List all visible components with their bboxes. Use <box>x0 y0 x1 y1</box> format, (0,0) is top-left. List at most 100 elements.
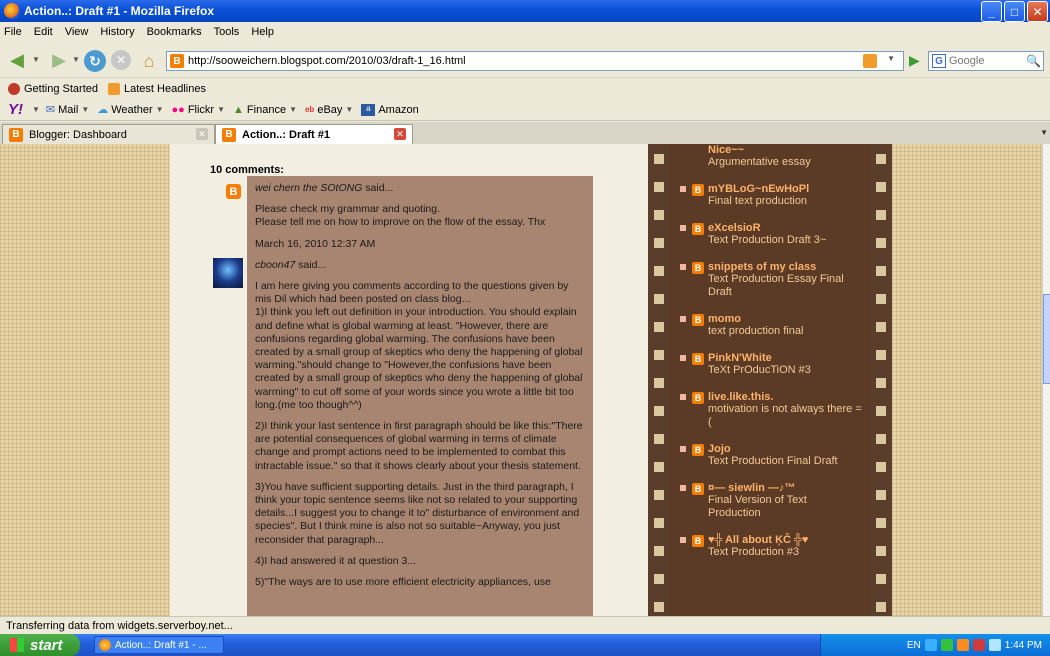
blog-post-title[interactable]: Argumentative essay <box>708 156 862 169</box>
menu-bookmarks[interactable]: Bookmarks <box>147 26 202 38</box>
vertical-scrollbar[interactable] <box>1042 144 1050 616</box>
weather-dropdown-icon[interactable]: ▼ <box>156 105 164 114</box>
blog-post-title[interactable]: TeXt PrOducTiON #3 <box>708 364 862 377</box>
tab-list-icon[interactable]: ▼ <box>1040 128 1048 137</box>
film-sprocket <box>876 434 886 444</box>
google-icon[interactable]: G <box>932 54 946 68</box>
blog-link[interactable]: live.like.this. <box>708 391 862 403</box>
back-history-dropdown-icon[interactable]: ▼ <box>32 55 40 64</box>
tray-alert-icon[interactable] <box>972 639 985 651</box>
tab-blogger-dashboard[interactable]: B Blogger: Dashboard ✕ <box>2 124 215 144</box>
film-sprocket <box>654 238 664 248</box>
blog-link[interactable]: Jojo <box>708 443 862 455</box>
tab-close-icon[interactable]: ✕ <box>394 128 406 140</box>
blog-link[interactable]: PinkN'White <box>708 352 862 364</box>
blog-link[interactable]: snippets of my class <box>708 261 862 273</box>
forward-history-dropdown-icon[interactable]: ▼ <box>72 55 80 64</box>
blog-post-title[interactable]: Text Production #3 <box>708 546 862 559</box>
yahoo-toolbar: Y! ▼ ✉ Mail ▼ ☁ Weather ▼ ●● Flickr ▼ ▲ … <box>0 99 1050 121</box>
taskbar-firefox-window[interactable]: Action..: Draft #1 - ... <box>94 636 224 654</box>
film-sprocket <box>654 266 664 276</box>
search-bar[interactable]: G 🔍 <box>928 51 1044 71</box>
avatar[interactable] <box>213 258 243 288</box>
network-icon[interactable] <box>924 639 937 651</box>
tray-app-icon[interactable] <box>956 639 969 651</box>
blog-link[interactable]: mYBLoG~nEwHoPl <box>708 183 862 195</box>
blog-post-title[interactable]: Text Production Draft 3~ <box>708 234 862 247</box>
film-sprocket <box>654 322 664 332</box>
blogger-icon: B <box>692 535 704 547</box>
menu-file[interactable]: File <box>4 26 22 38</box>
film-sprocket <box>876 266 886 276</box>
blog-list-item: B ¤— siewlin —♪™ Final Version of Text P… <box>680 482 862 520</box>
search-input[interactable] <box>949 55 1021 67</box>
film-sprocket <box>654 574 664 584</box>
blog-link[interactable]: ♥╬ All about ĶĈ ╬♥ <box>708 534 862 546</box>
flickr-dropdown-icon[interactable]: ▼ <box>217 105 225 114</box>
reload-button[interactable]: ↻ <box>84 50 106 72</box>
rss-feed-icon[interactable] <box>863 54 877 68</box>
scrollbar-thumb[interactable] <box>1043 294 1050 384</box>
mail-dropdown-icon[interactable]: ▼ <box>81 105 89 114</box>
menu-tools[interactable]: Tools <box>214 26 240 38</box>
comment-author[interactable]: cboon47 <box>255 259 295 271</box>
yahoo-logo-icon[interactable]: Y! <box>8 101 23 118</box>
comment-body: 3)You have sufficient supporting details… <box>255 480 580 546</box>
blog-link[interactable]: ¤— siewlin —♪™ <box>708 482 862 494</box>
yahoo-flickr-button[interactable]: ●● Flickr ▼ <box>172 104 226 116</box>
yahoo-weather-button[interactable]: ☁ Weather ▼ <box>97 103 164 117</box>
menu-help[interactable]: Help <box>251 26 274 38</box>
stop-button[interactable]: ✕ <box>111 50 131 70</box>
film-sprocket <box>876 462 886 472</box>
clock[interactable]: 1:44 PM <box>1005 640 1042 651</box>
blog-post-title[interactable]: text production final <box>708 325 862 338</box>
bookmark-latest-headlines[interactable]: Latest Headlines <box>108 83 206 95</box>
maximize-button[interactable]: □ <box>1004 1 1025 22</box>
yahoo-mail-button[interactable]: ✉ Mail ▼ <box>46 103 89 117</box>
yahoo-dropdown-icon[interactable]: ▼ <box>32 105 40 114</box>
yahoo-ebay-button[interactable]: eb eBay ▼ <box>305 104 353 116</box>
blogger-icon: B <box>692 392 704 404</box>
language-indicator[interactable]: EN <box>907 640 921 651</box>
menu-view[interactable]: View <box>65 26 89 38</box>
bullet-icon <box>680 186 686 192</box>
film-sprocket <box>654 154 664 164</box>
tab-close-icon[interactable]: ✕ <box>196 128 208 140</box>
blog-post-title[interactable]: motivation is not always there =( <box>708 403 862 429</box>
film-sprocket <box>876 154 886 164</box>
comment-timestamp[interactable]: March 16, 2010 12:37 AM <box>255 238 585 251</box>
menu-history[interactable]: History <box>100 26 134 38</box>
blog-link[interactable]: eXcelsioR <box>708 222 862 234</box>
finance-dropdown-icon[interactable]: ▼ <box>289 105 297 114</box>
blog-post-title[interactable]: Text Production Final Draft <box>708 455 862 468</box>
blog-link[interactable]: Nice~~ <box>708 144 862 156</box>
blog-post-title[interactable]: Final text production <box>708 195 862 208</box>
home-button[interactable]: ⌂ <box>138 50 160 72</box>
volume-icon[interactable] <box>988 639 1001 651</box>
comment-author[interactable]: wei chern the SOtONG <box>255 182 362 194</box>
ebay-dropdown-icon[interactable]: ▼ <box>345 105 353 114</box>
bookmark-getting-started[interactable]: Getting Started <box>8 83 98 95</box>
search-icon[interactable]: 🔍 <box>1026 54 1041 68</box>
yahoo-finance-button[interactable]: ▲ Finance ▼ <box>233 104 297 116</box>
minimize-button[interactable]: _ <box>981 1 1002 22</box>
go-button[interactable]: ▶ <box>909 52 920 69</box>
yahoo-amazon-button[interactable]: a Amazon <box>361 103 419 116</box>
forward-button[interactable]: ▶ <box>48 50 70 70</box>
blog-link[interactable]: momo <box>708 313 862 325</box>
close-button[interactable]: ✕ <box>1027 1 1048 22</box>
tab-action-draft[interactable]: B Action..: Draft #1 ✕ <box>215 124 413 144</box>
url-dropdown-icon[interactable]: ▼ <box>887 54 895 63</box>
url-input[interactable] <box>188 55 788 67</box>
menu-edit[interactable]: Edit <box>34 26 53 38</box>
address-bar[interactable]: B ▼ <box>166 51 904 71</box>
security-icon[interactable] <box>940 639 953 651</box>
blog-post-title[interactable]: Text Production Essay Final Draft <box>708 273 862 299</box>
back-button[interactable]: ◀ <box>6 50 28 70</box>
tab-bar: B Blogger: Dashboard ✕ B Action..: Draft… <box>0 122 1050 144</box>
bullet-icon <box>680 316 686 322</box>
blog-post-title[interactable]: Final Version of Text Production <box>708 494 862 520</box>
start-button[interactable]: start <box>0 634 80 656</box>
blog-list-item: B Jojo Text Production Final Draft <box>680 443 862 468</box>
blog-list-item: Nice~~ Argumentative essay <box>708 144 862 169</box>
